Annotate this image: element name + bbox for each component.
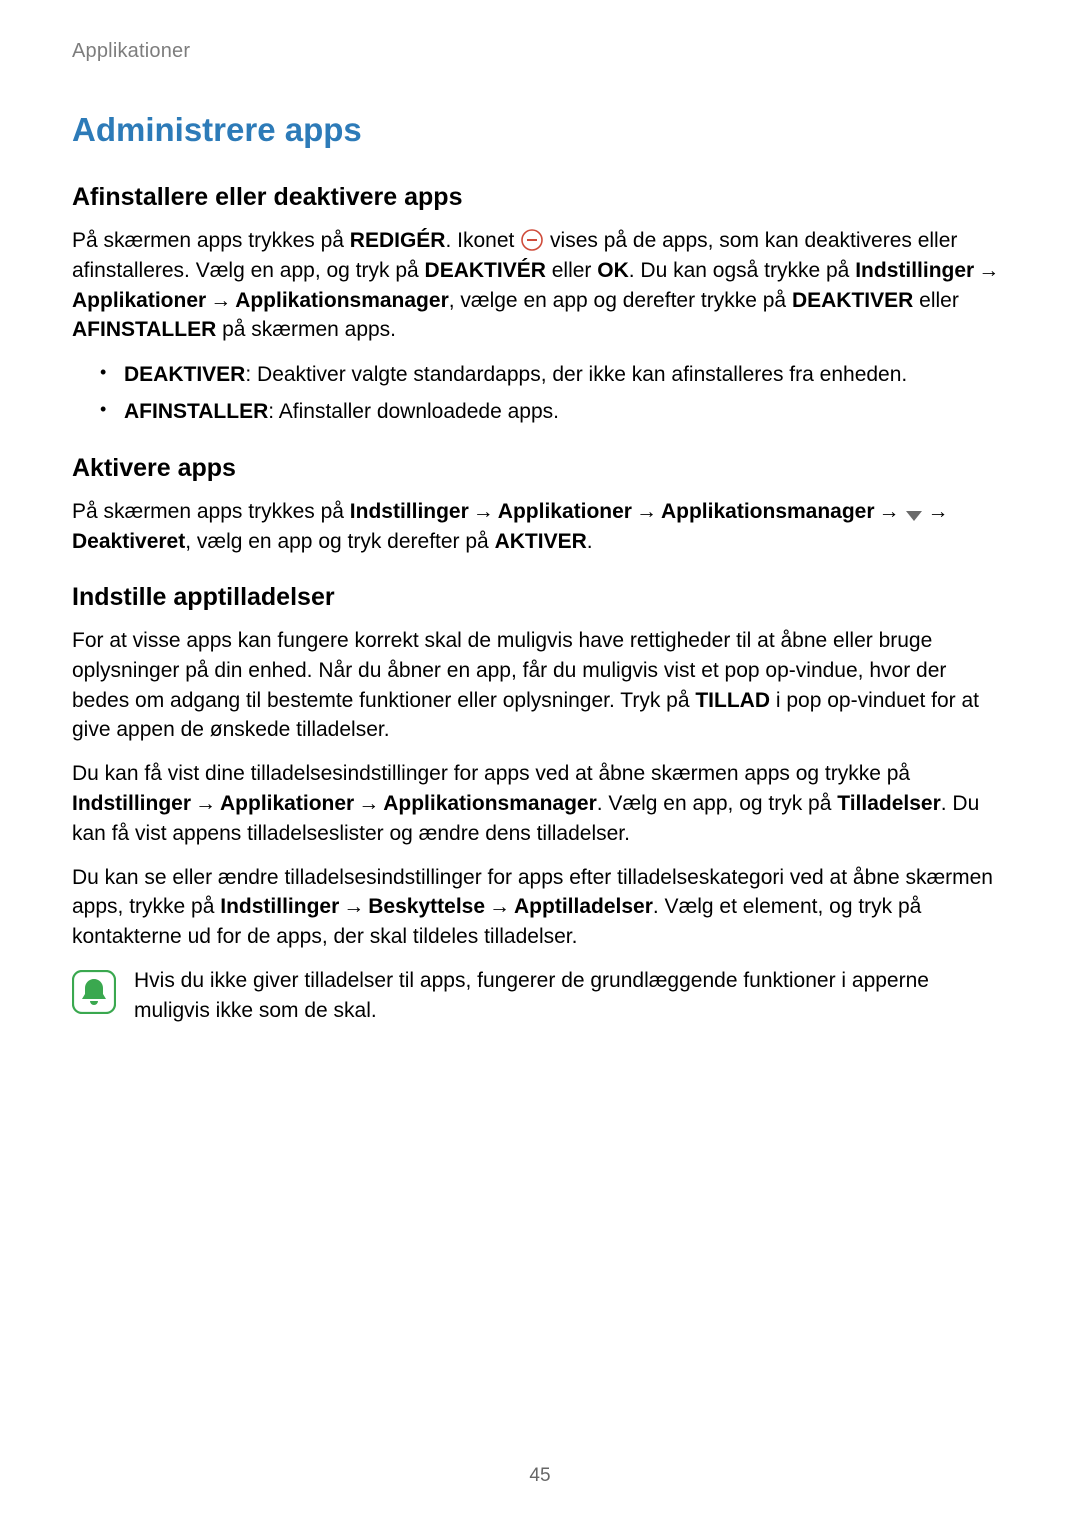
text: . Du kan også trykke på: [629, 259, 855, 282]
text: Du kan få vist dine tilladelsesindstilli…: [72, 762, 910, 785]
label-deaktiver2: DEAKTIVER: [792, 289, 913, 312]
arrow: →: [875, 497, 904, 527]
note-text: Hvis du ikke giver tilladelser til apps,…: [134, 966, 1008, 1026]
label-applikationsmanager: Applikationsmanager: [235, 289, 449, 312]
label-indstillinger: Indstillinger: [855, 259, 974, 282]
arrow: →: [339, 892, 368, 922]
text: , vælg en app og tryk derefter på: [185, 530, 494, 553]
label-applikationsmanager: Applikationsmanager: [383, 792, 597, 815]
label-tillad: TILLAD: [695, 689, 770, 712]
text: På skærmen apps trykkes på: [72, 229, 350, 252]
arrow: →: [354, 789, 383, 819]
list-item-rest: : Deaktiver valgte standardapps, der ikk…: [245, 363, 907, 386]
arrow: →: [191, 789, 220, 819]
label-applikationsmanager: Applikationsmanager: [661, 500, 875, 523]
label-apptilladelser: Apptilladelser: [514, 895, 653, 918]
arrow: →: [206, 286, 235, 316]
label-applikationer: Applikationer: [220, 792, 354, 815]
label-beskyttelse: Beskyttelse: [368, 895, 485, 918]
label-indstillinger: Indstillinger: [350, 500, 469, 523]
text: på skærmen apps.: [216, 318, 396, 341]
page: Applikationer Administrere apps Afinstal…: [0, 0, 1080, 1527]
running-header: Applikationer: [72, 40, 1008, 63]
section-heading-permissions: Indstille apptilladelser: [72, 583, 1008, 612]
minus-circle-icon: [520, 228, 544, 252]
page-number: 45: [0, 1465, 1080, 1487]
list-item-term: DEAKTIVER: [124, 363, 245, 386]
list-item-rest: : Afinstaller downloadede apps.: [268, 400, 559, 423]
label-ok: OK: [597, 259, 629, 282]
list-item-term: AFINSTALLER: [124, 400, 268, 423]
arrow: →: [924, 497, 953, 527]
text: eller: [913, 289, 959, 312]
label-deaktiver: DEAKTIVÉR: [425, 259, 546, 282]
section-heading-uninstall: Afinstallere eller deaktivere apps: [72, 183, 1008, 212]
label-afinstaller: AFINSTALLER: [72, 318, 216, 341]
text: , vælge en app og derefter trykke på: [449, 289, 792, 312]
section3-paragraph-1: For at visse apps kan fungere korrekt sk…: [72, 626, 1008, 745]
label-applikationer: Applikationer: [498, 500, 632, 523]
section3-paragraph-3: Du kan se eller ændre tilladelsesindstil…: [72, 863, 1008, 952]
label-applikationer: Applikationer: [72, 289, 206, 312]
arrow: →: [974, 256, 1003, 286]
note-callout: Hvis du ikke giver tilladelser til apps,…: [72, 966, 1008, 1026]
list-item: AFINSTALLER: Afinstaller downloadede app…: [100, 396, 1008, 429]
arrow: →: [469, 497, 498, 527]
section1-paragraph: På skærmen apps trykkes på REDIGÉR. Ikon…: [72, 226, 1008, 345]
label-indstillinger: Indstillinger: [220, 895, 339, 918]
note-bell-icon: [72, 970, 116, 1019]
label-indstillinger: Indstillinger: [72, 792, 191, 815]
text: På skærmen apps trykkes på: [72, 500, 350, 523]
bullet-list: DEAKTIVER: Deaktiver valgte standardapps…: [72, 359, 1008, 428]
list-item: DEAKTIVER: Deaktiver valgte standardapps…: [100, 359, 1008, 392]
label-deaktiveret: Deaktiveret: [72, 530, 185, 553]
label-rediger: REDIGÉR: [350, 229, 446, 252]
section2-paragraph: På skærmen apps trykkes på Indstillinger…: [72, 497, 1008, 557]
section3-paragraph-2: Du kan få vist dine tilladelsesindstilli…: [72, 759, 1008, 848]
dropdown-triangle-icon: [904, 509, 924, 523]
section-heading-activate: Aktivere apps: [72, 454, 1008, 483]
arrow: →: [485, 892, 514, 922]
text: . Ikonet: [445, 229, 520, 252]
page-title: Administrere apps: [72, 111, 1008, 149]
arrow: →: [632, 497, 661, 527]
text: . Vælg en app, og tryk på: [597, 792, 837, 815]
text: .: [587, 530, 593, 553]
text: eller: [546, 259, 597, 282]
label-tilladelser: Tilladelser: [837, 792, 941, 815]
label-aktiver: AKTIVER: [495, 530, 587, 553]
